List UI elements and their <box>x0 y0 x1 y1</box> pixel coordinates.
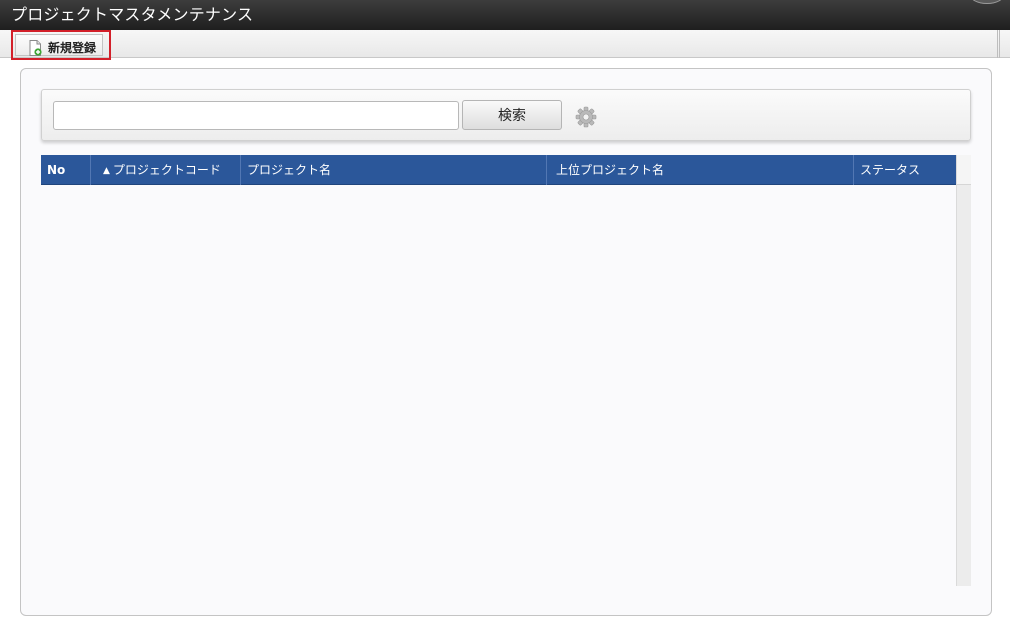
column-project-code-label: プロジェクトコード <box>112 163 221 177</box>
window-control[interactable] <box>970 0 1004 4</box>
table-scrollbar[interactable] <box>956 155 971 586</box>
search-input[interactable] <box>53 101 459 130</box>
new-register-label: 新規登録 <box>48 41 97 55</box>
new-register-button-face[interactable]: 新規登録 <box>15 34 103 56</box>
toolbar: 新規登録 <box>0 30 1010 60</box>
column-project-code[interactable]: ▲ プロジェクトコード <box>91 155 241 185</box>
table-header: No ▲ プロジェクトコード プロジェクト名 上位プロジェクト名 ステータス <box>41 155 956 185</box>
column-status[interactable]: ステータス <box>854 155 956 185</box>
content-panel: 検索 No ▲ プロジェクトコード プロジェクト名 上位プロジェクト名 ステータス <box>20 68 992 616</box>
gear-icon[interactable] <box>575 106 597 128</box>
document-add-icon <box>29 40 42 56</box>
scrollbar-corner <box>957 155 971 185</box>
project-table: No ▲ プロジェクトコード プロジェクト名 上位プロジェクト名 ステータス <box>41 155 971 586</box>
column-parent-project-name[interactable]: 上位プロジェクト名 <box>547 155 854 185</box>
search-bar: 検索 <box>41 89 971 141</box>
column-no[interactable]: No <box>41 155 91 185</box>
column-project-name[interactable]: プロジェクト名 <box>241 155 547 185</box>
toolbar-divider <box>997 30 1000 58</box>
sort-asc-icon: ▲ <box>103 166 110 176</box>
new-register-button[interactable]: 新規登録 <box>11 30 111 60</box>
page-title: プロジェクトマスタメンテナンス <box>11 5 254 24</box>
search-button[interactable]: 検索 <box>462 100 562 130</box>
window-titlebar: プロジェクトマスタメンテナンス <box>0 0 1010 30</box>
